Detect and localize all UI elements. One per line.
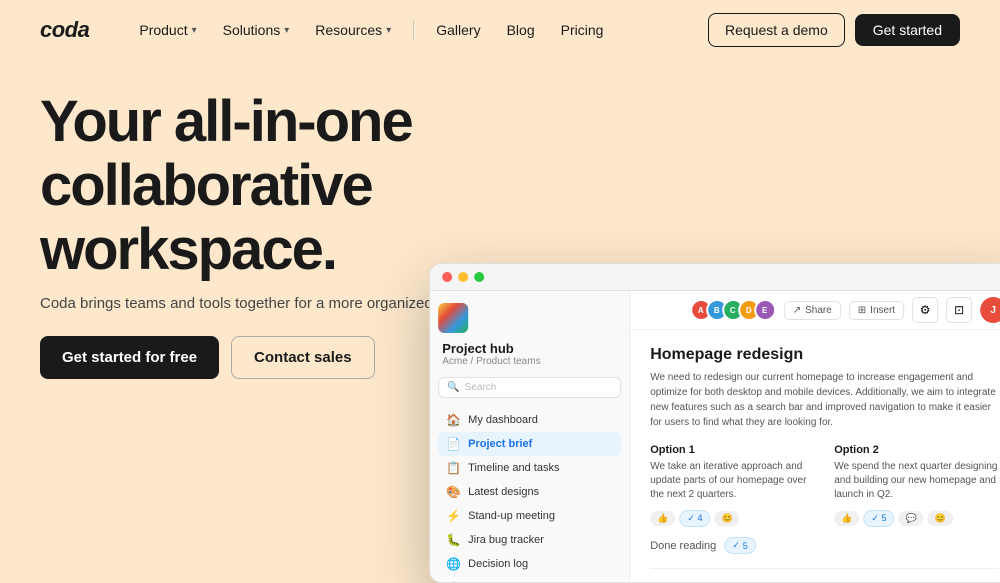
brief-icon: 📄: [446, 437, 461, 451]
reaction-chip[interactable]: 😊: [928, 511, 953, 526]
get-started-button[interactable]: Get started: [855, 14, 960, 46]
app-layout: Project hub Acme / Product teams 🔍 Searc…: [430, 291, 1000, 579]
app-mockup: Project hub Acme / Product teams 🔍 Searc…: [429, 263, 1000, 583]
sidebar-search[interactable]: 🔍 Search: [438, 377, 621, 398]
reaction-chip-count[interactable]: ✓ 4: [679, 510, 710, 527]
option-2-label: Option 2: [834, 444, 998, 456]
chevron-down-icon: ▾: [284, 25, 289, 36]
sidebar-item-okrs[interactable]: 🎯 OKRs and planning: [438, 576, 621, 583]
user-avatar: J: [980, 297, 1000, 323]
option-1-box: Option 1 We take an iterative approach a…: [650, 444, 814, 527]
sidebar-item-brief[interactable]: 📄 Project brief: [438, 432, 621, 456]
navbar: coda Product ▾ Solutions ▾ Resources ▾ G…: [0, 0, 1000, 60]
done-label: Done reading: [650, 540, 716, 552]
sidebar-item-standup[interactable]: ⚡ Stand-up meeting: [438, 504, 621, 528]
option-2-chips: 👍 ✓ 5 💬 😊: [834, 510, 998, 527]
nav-pricing-label: Pricing: [561, 22, 604, 38]
avatar-group: A B C D E: [696, 299, 776, 321]
close-dot: [442, 272, 452, 282]
search-icon: 🔍: [447, 382, 459, 393]
settings-button[interactable]: ⚙: [912, 297, 938, 323]
option-1-label: Option 1: [650, 444, 814, 456]
sidebar-subtitle: Acme / Product teams: [438, 356, 621, 367]
done-count: 5: [743, 541, 748, 551]
insert-button[interactable]: ⊞ Insert: [849, 301, 904, 320]
nav-product-label: Product: [139, 22, 187, 38]
dashboard-icon: 🏠: [446, 413, 461, 427]
sidebar-item-jira[interactable]: 🐛 Jira bug tracker: [438, 528, 621, 552]
nav-solutions[interactable]: Solutions ▾: [213, 16, 300, 44]
avatar: E: [754, 299, 776, 321]
reaction-chip[interactable]: 👍: [650, 511, 675, 526]
nav-blog-label: Blog: [507, 22, 535, 38]
contact-sales-button[interactable]: Contact sales: [231, 336, 375, 379]
main-toolbar: A B C D E ↗ Share ⊞ Insert ⚙: [630, 291, 1000, 330]
sidebar-item-label: Jira bug tracker: [468, 534, 544, 546]
option-1-chips: 👍 ✓ 4 😊: [650, 510, 814, 527]
done-icon: ✓: [732, 540, 740, 551]
sidebar-logo: [438, 303, 468, 333]
sidebar-item-label: My dashboard: [468, 414, 538, 426]
option-2-text: We spend the next quarter designing and …: [834, 460, 998, 502]
chevron-down-icon: ▾: [192, 25, 197, 36]
nav-resources[interactable]: Resources ▾: [305, 16, 401, 44]
view-button[interactable]: ⊡: [946, 297, 972, 323]
done-section: Done reading ✓ 5: [650, 537, 998, 554]
sidebar-item-decision[interactable]: 🌐 Decision log: [438, 552, 621, 576]
nav-pricing[interactable]: Pricing: [551, 16, 614, 44]
sidebar-item-timeline[interactable]: 📋 Timeline and tasks: [438, 456, 621, 480]
sidebar: Project hub Acme / Product teams 🔍 Searc…: [430, 291, 630, 579]
sidebar-project-title: Project hub: [438, 341, 621, 356]
reaction-chip[interactable]: 💬: [898, 511, 923, 526]
nav-links: Product ▾ Solutions ▾ Resources ▾ Galler…: [129, 16, 708, 44]
main-content: A B C D E ↗ Share ⊞ Insert ⚙: [630, 291, 1000, 579]
doc-body: We need to redesign our current homepage…: [650, 370, 998, 430]
logo[interactable]: coda: [40, 17, 89, 43]
nav-divider: [413, 20, 414, 40]
insert-icon: ⊞: [858, 305, 866, 316]
gear-icon: ⚙: [920, 303, 931, 317]
get-started-free-button[interactable]: Get started for free: [40, 336, 219, 379]
maximize-dot: [474, 272, 484, 282]
option-1-text: We take an iterative approach and update…: [650, 460, 814, 502]
sidebar-item-label: Timeline and tasks: [468, 462, 559, 474]
nav-blog[interactable]: Blog: [497, 16, 545, 44]
done-count-chip[interactable]: ✓ 5: [724, 537, 756, 554]
sidebar-item-label: Project brief: [468, 438, 532, 450]
hero-headline: Your all-in-one collaborative workspace.: [40, 90, 610, 281]
search-placeholder: Search: [465, 382, 497, 393]
nav-gallery[interactable]: Gallery: [426, 16, 490, 44]
view-icon: ⊡: [954, 303, 964, 317]
window-chrome: [430, 264, 1000, 291]
sidebar-item-label: Decision log: [468, 558, 528, 570]
chevron-down-icon: ▾: [386, 25, 391, 36]
sidebar-item-dashboard[interactable]: 🏠 My dashboard: [438, 408, 621, 432]
nav-resources-label: Resources: [315, 22, 382, 38]
nav-actions: Request a demo Get started: [708, 13, 960, 47]
nav-product[interactable]: Product ▾: [129, 16, 206, 44]
doc-area: Homepage redesign We need to redesign ou…: [630, 330, 1000, 579]
survey-section: How do you feel about our approach to th…: [650, 568, 998, 579]
nav-gallery-label: Gallery: [436, 22, 480, 38]
option-2-box: Option 2 We spend the next quarter desig…: [834, 444, 998, 527]
doc-title: Homepage redesign: [650, 346, 998, 364]
reaction-chip[interactable]: 👍: [834, 511, 859, 526]
timeline-icon: 📋: [446, 461, 461, 475]
sidebar-item-designs[interactable]: 🎨 Latest designs: [438, 480, 621, 504]
reaction-chip-count[interactable]: ✓ 5: [863, 510, 894, 527]
sidebar-item-label: Stand-up meeting: [468, 510, 555, 522]
standup-icon: ⚡: [446, 509, 461, 523]
options-row: Option 1 We take an iterative approach a…: [650, 444, 998, 527]
share-icon: ↗: [793, 305, 801, 316]
designs-icon: 🎨: [446, 485, 461, 499]
nav-solutions-label: Solutions: [223, 22, 281, 38]
minimize-dot: [458, 272, 468, 282]
sidebar-item-label: Latest designs: [468, 486, 539, 498]
request-demo-button[interactable]: Request a demo: [708, 13, 845, 47]
decision-icon: 🌐: [446, 557, 461, 571]
reaction-chip[interactable]: 😊: [714, 511, 739, 526]
jira-icon: 🐛: [446, 533, 461, 547]
share-button[interactable]: ↗ Share: [784, 301, 841, 320]
